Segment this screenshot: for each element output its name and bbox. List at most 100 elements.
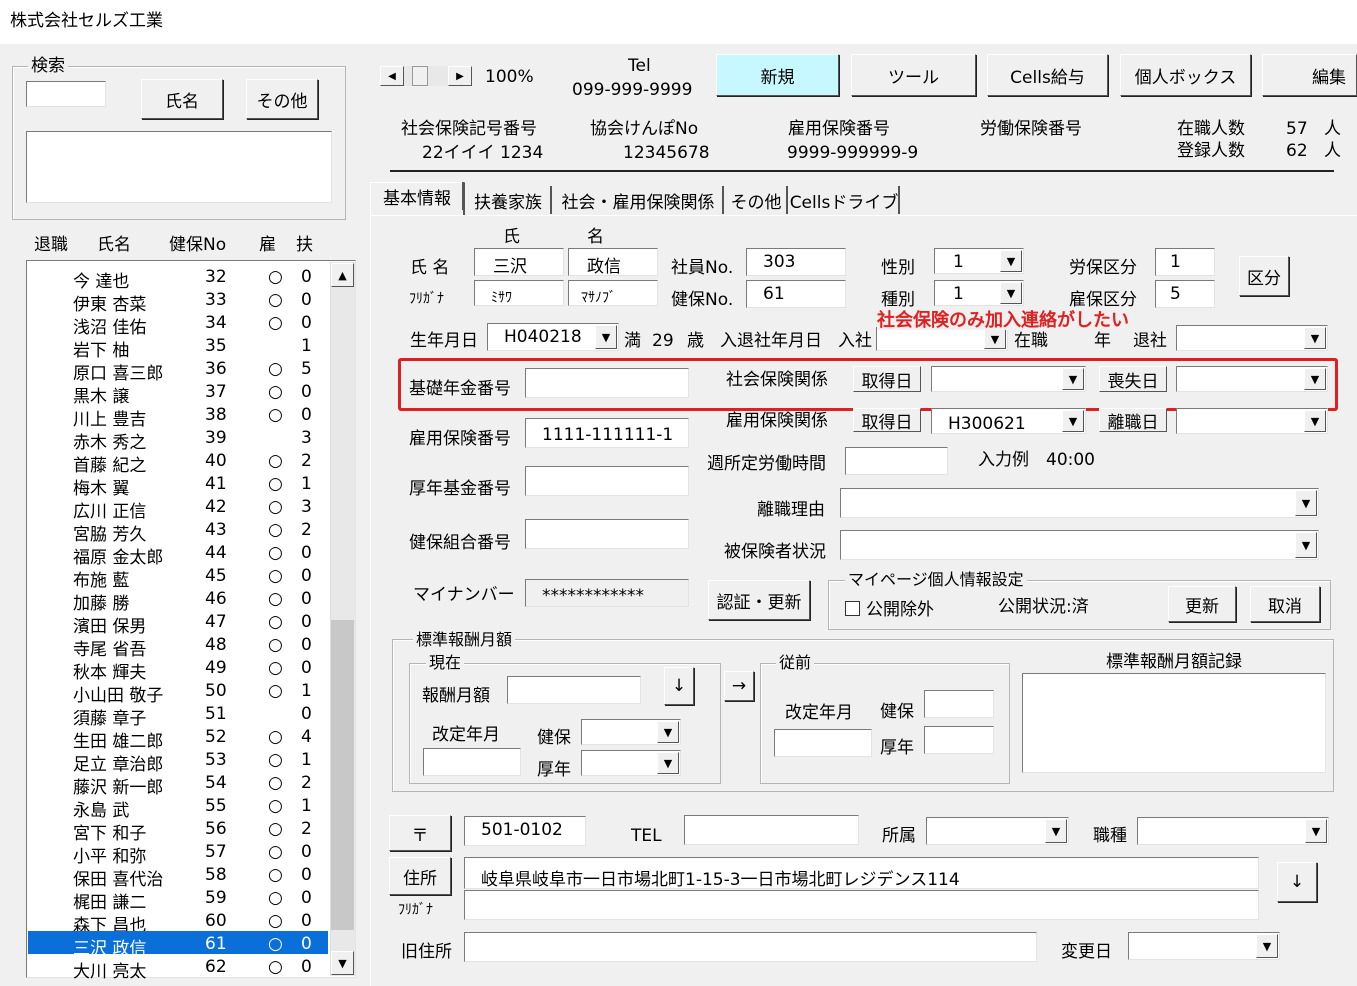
list-item[interactable]: 黒木 譲 37 ○ 0 (28, 379, 328, 407)
chevron-down-icon[interactable]: ▼ (1305, 819, 1327, 843)
list-item[interactable]: 広川 正信 42 ○ 3 (28, 494, 328, 522)
list-item[interactable]: 梅木 翼 41 ○ 1 (28, 471, 328, 499)
list-item[interactable]: 岩下 柚 35 1 (28, 333, 328, 361)
seibetsu-select[interactable]: 1 ▼ (934, 248, 1024, 274)
list-item[interactable]: 保田 喜代治 58 ○ 0 (28, 862, 328, 890)
kenpo-grade-select[interactable]: ▼ (581, 719, 681, 745)
list-item[interactable]: 加藤 勝 46 ○ 0 (28, 586, 328, 614)
shubetsu-select[interactable]: 1 ▼ (934, 280, 1024, 306)
kenpo-kumiai-field[interactable] (525, 519, 689, 549)
taisha-select[interactable]: ▼ (1176, 325, 1328, 351)
sei-field[interactable]: 三沢 (474, 248, 564, 276)
kosei-field[interactable] (525, 466, 689, 496)
birth-select[interactable]: H040218 ▼ (487, 323, 619, 351)
list-item[interactable]: 布施 藍 45 ○ 0 (28, 563, 328, 591)
chevron-down-icon[interactable]: ▼ (1256, 934, 1278, 958)
shokushu-select[interactable]: ▼ (1137, 817, 1329, 845)
search-input[interactable] (26, 81, 106, 107)
tab-other[interactable]: その他 (726, 186, 788, 214)
list-item[interactable]: 宮下 和子 56 ○ 2 (28, 816, 328, 844)
list-item[interactable]: 森下 昌也 60 ○ 0 (28, 908, 328, 936)
tab-fuyo[interactable]: 扶養家族 (466, 186, 552, 214)
list-item[interactable]: 小山田 敬子 50 ○ 1 (28, 678, 328, 706)
scroll-down-button[interactable]: ▼ (331, 951, 354, 975)
chevron-down-icon[interactable]: ▼ (1304, 410, 1326, 432)
list-item[interactable]: 濱田 保男 47 ○ 0 (28, 609, 328, 637)
chevron-down-icon[interactable]: ▼ (984, 329, 1006, 349)
shaho-get-select[interactable]: ▼ (931, 366, 1086, 392)
list-item[interactable]: 浅沼 佳佑 34 ○ 0 (28, 310, 328, 338)
kaitei-field[interactable] (423, 748, 521, 776)
koyo-get-button[interactable]: 取得日 (853, 408, 921, 433)
sei-kana-field[interactable]: ﾐｻﾜ (474, 280, 564, 306)
list-item[interactable]: 宮脇 芳久 43 ○ 2 (28, 517, 328, 545)
tab-basic[interactable]: 基本情報 (372, 182, 464, 210)
mei-field[interactable]: 政信 (568, 248, 658, 276)
tool-button[interactable]: ツール (851, 54, 976, 96)
mypage-cancel-button[interactable]: 取消 (1250, 586, 1320, 622)
koho-field[interactable]: 5 (1155, 280, 1215, 308)
record-list[interactable] (1022, 673, 1326, 773)
list-item[interactable]: 須藤 章子 51 0 (28, 701, 328, 729)
mypage-update-button[interactable]: 更新 (1168, 586, 1236, 622)
chevron-down-icon[interactable]: ▼ (657, 721, 679, 743)
tab-shaho[interactable]: 社会・雇用保険関係 (554, 186, 724, 214)
list-item[interactable]: 藤沢 新一郎 54 ○ 2 (28, 770, 328, 798)
exclude-checkbox[interactable] (845, 601, 860, 616)
address-button[interactable]: 住所 (389, 857, 451, 895)
chevron-down-icon[interactable]: ▼ (1062, 410, 1084, 432)
nav-prev-button[interactable]: ◀ (380, 66, 404, 86)
list-item[interactable]: 足立 章治郎 53 ○ 1 (28, 747, 328, 775)
zip-button[interactable]: 〒 (389, 815, 451, 851)
rishoku-reason-select[interactable]: ▼ (840, 488, 1319, 518)
list-item[interactable]: 福原 金太郎 44 ○ 0 (28, 540, 328, 568)
shuu-field[interactable] (845, 447, 948, 475)
address-field[interactable]: 岐阜県岐阜市一日市場北町1-15-3一日市場北町レジデンス114 (464, 857, 1259, 889)
shozoku-select[interactable]: ▼ (926, 817, 1069, 845)
list-item[interactable]: 赤木 秀之 39 3 (28, 425, 328, 453)
search-result[interactable] (26, 131, 332, 203)
koyo-get-select[interactable]: H300621 ▼ (931, 408, 1086, 434)
list-item[interactable]: 原口 喜三郎 36 ○ 5 (28, 356, 328, 384)
chevron-down-icon[interactable]: ▼ (1062, 368, 1084, 390)
chevron-down-icon[interactable]: ▼ (1295, 532, 1317, 558)
chevron-down-icon[interactable]: ▼ (1000, 250, 1022, 272)
mei-kana-field[interactable]: ﾏｻﾉﾌﾞ (568, 280, 658, 306)
list-item[interactable]: 小平 和弥 57 ○ 0 (28, 839, 328, 867)
scroll-up-button[interactable]: ▲ (331, 263, 354, 287)
list-item[interactable]: 伊東 杏菜 33 ○ 0 (28, 287, 328, 315)
rishoku-select[interactable]: ▼ (1176, 408, 1328, 434)
chevron-down-icon[interactable]: ▼ (1304, 327, 1326, 349)
list-item[interactable]: 三沢 政信 61 ○ 0 (28, 931, 328, 959)
kosei-grade-select[interactable]: ▼ (581, 750, 681, 776)
scroll-thumb[interactable] (331, 620, 354, 930)
koyo-no-field[interactable]: 1111-111111-1 (525, 418, 689, 448)
list-item[interactable]: 川上 豊吉 38 ○ 0 (28, 402, 328, 430)
change-date-select[interactable]: ▼ (1128, 932, 1280, 960)
nav-next-button[interactable]: ▶ (448, 66, 472, 86)
search-other-button[interactable]: その他 (246, 79, 318, 119)
list-item[interactable]: 大川 亮太 62 ○ 0 (28, 954, 328, 982)
tab-cells-drive[interactable]: Cellsドライブ (790, 186, 900, 214)
kubun-button[interactable]: 区分 (1239, 256, 1289, 296)
chevron-down-icon[interactable]: ▼ (1295, 490, 1317, 516)
kenpo-no-field[interactable]: 61 (746, 280, 846, 308)
old-address-field[interactable] (464, 932, 1037, 962)
search-name-button[interactable]: 氏名 (141, 79, 223, 119)
roho-field[interactable]: 1 (1155, 248, 1215, 276)
chevron-down-icon[interactable]: ▼ (595, 325, 617, 349)
rishoku-button[interactable]: 離職日 (1099, 408, 1167, 433)
list-item[interactable]: 梶田 謙二 59 ○ 0 (28, 885, 328, 913)
nav-thumb[interactable] (412, 66, 428, 86)
chevron-down-icon[interactable]: ▼ (1000, 282, 1022, 304)
chevron-down-icon[interactable]: ▼ (657, 752, 679, 774)
list-item[interactable]: 生田 雄二郎 52 ○ 4 (28, 724, 328, 752)
hihoken-select[interactable]: ▼ (840, 530, 1319, 560)
list-item[interactable]: 首藤 紀之 40 ○ 2 (28, 448, 328, 476)
address-kana-field[interactable] (464, 890, 1259, 920)
new-button[interactable]: 新規 (716, 54, 839, 96)
list-item[interactable]: 寺尾 省吾 48 ○ 0 (28, 632, 328, 660)
address-down-button[interactable]: ↓ (1277, 862, 1317, 902)
prev-kenpo-field[interactable] (924, 690, 994, 718)
hoshu-field[interactable] (507, 676, 641, 704)
